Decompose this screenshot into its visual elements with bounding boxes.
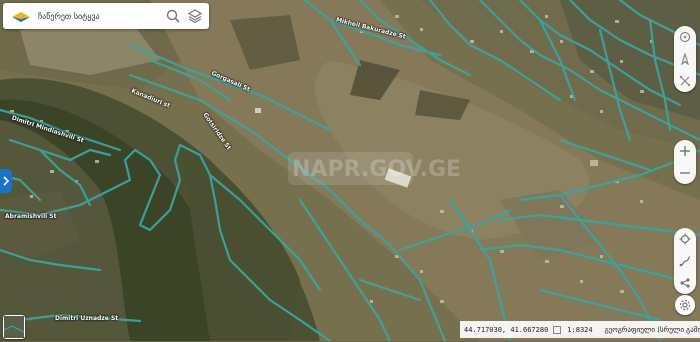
scale-readout: 1:8324: [567, 325, 593, 334]
zoom-out-icon[interactable]: [674, 162, 696, 184]
basemap-switcher[interactable]: [3, 315, 25, 339]
share-icon[interactable]: [674, 272, 696, 294]
zoom-control: [674, 140, 696, 184]
watermark-background: [288, 152, 413, 185]
status-bar: 44.717030, 41.667280 1:8324 გეოგრაფიული …: [460, 321, 700, 338]
layer-select-label: გეოგრაფიული (სრული გამოჩენა): [604, 325, 700, 334]
coordinates-readout: 44.717030, 41.667280: [464, 325, 549, 334]
settings-icon[interactable]: [675, 295, 695, 315]
napr-logo-icon: [10, 9, 32, 23]
search-icon[interactable]: [165, 8, 181, 24]
route-icon[interactable]: [674, 250, 696, 272]
zoom-in-icon[interactable]: [674, 140, 696, 162]
layer-select[interactable]: გეოგრაფიული (სრული გამოჩენა): [605, 326, 700, 334]
search-input[interactable]: ჩაწერეთ სიტყვა: [38, 12, 165, 21]
measure-icon[interactable]: [674, 70, 696, 92]
expand-icon[interactable]: [553, 325, 562, 334]
search-box[interactable]: ჩაწერეთ სიტყვა: [3, 3, 209, 29]
target-icon[interactable]: [674, 26, 696, 48]
map-tools-group: [674, 26, 696, 92]
expand-panel-button[interactable]: [0, 169, 12, 193]
locate-icon[interactable]: [674, 228, 696, 250]
compass-icon[interactable]: [674, 48, 696, 70]
map-actions-group: [674, 228, 696, 294]
chevron-right-icon: [3, 176, 10, 186]
layers-icon[interactable]: [187, 8, 203, 24]
